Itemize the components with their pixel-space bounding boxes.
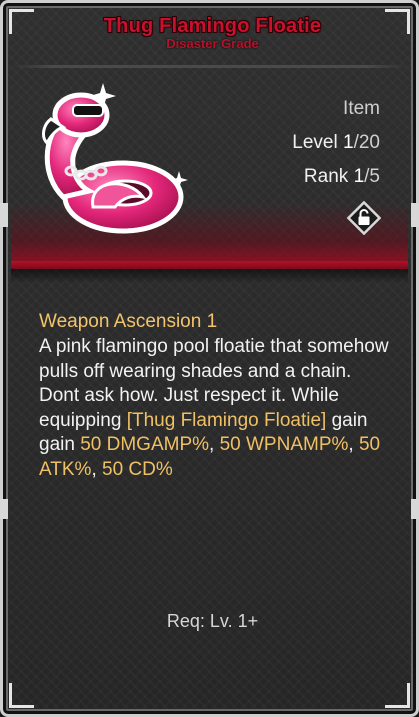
- side-tick: [411, 499, 419, 519]
- item-level: Level 1/20: [292, 129, 380, 163]
- stat-bonus: 50 DMGAMP%: [80, 434, 210, 455]
- level-max: /20: [353, 132, 380, 153]
- rank-max: /5: [364, 166, 380, 187]
- corner-decoration: [385, 683, 410, 708]
- level-requirement: Req: Lv. 1+: [166, 611, 259, 631]
- corner-decoration: [9, 683, 34, 708]
- item-name: Thug Flamingo Floatie: [103, 15, 322, 37]
- side-tick: [411, 203, 419, 227]
- level-label: Level: [292, 132, 343, 153]
- item-grade: Disaster Grade: [166, 36, 259, 51]
- stat-bonus: 50 WPNAMP%: [219, 434, 349, 455]
- item-description: Weapon Ascension 1 A pink flamingo pool …: [39, 309, 389, 482]
- side-tick: [0, 499, 8, 519]
- separator: ,: [348, 434, 359, 455]
- level-current: 1: [343, 132, 354, 153]
- description-body: A pink flamingo pool floatie that someho…: [39, 335, 389, 482]
- separator: ,: [209, 434, 220, 455]
- rank-current: 1: [353, 166, 365, 187]
- divider: [13, 65, 406, 68]
- side-tick: [0, 203, 8, 227]
- item-reference: [Thug Flamingo Floatie]: [126, 409, 327, 431]
- item-stats: Item Level 1/20 Rank 1/5: [292, 95, 380, 197]
- separator: ,: [91, 458, 102, 480]
- item-header: Thug Flamingo Floatie Disaster Grade: [3, 15, 419, 51]
- flamingo-floatie-icon: [33, 79, 193, 239]
- description-title: Weapon Ascension 1: [39, 311, 218, 332]
- divider: [11, 269, 408, 283]
- unlock-icon[interactable]: [346, 200, 382, 236]
- item-type: Item: [343, 98, 380, 119]
- rank-label: Rank: [303, 166, 354, 187]
- item-rank: Rank 1/5: [292, 163, 380, 197]
- grade-color-bar: [11, 261, 408, 269]
- stat-bonus: 50 CD%: [102, 458, 173, 480]
- item-tooltip-card: Thug Flamingo Floatie Disaster Grade Ite…: [0, 0, 419, 717]
